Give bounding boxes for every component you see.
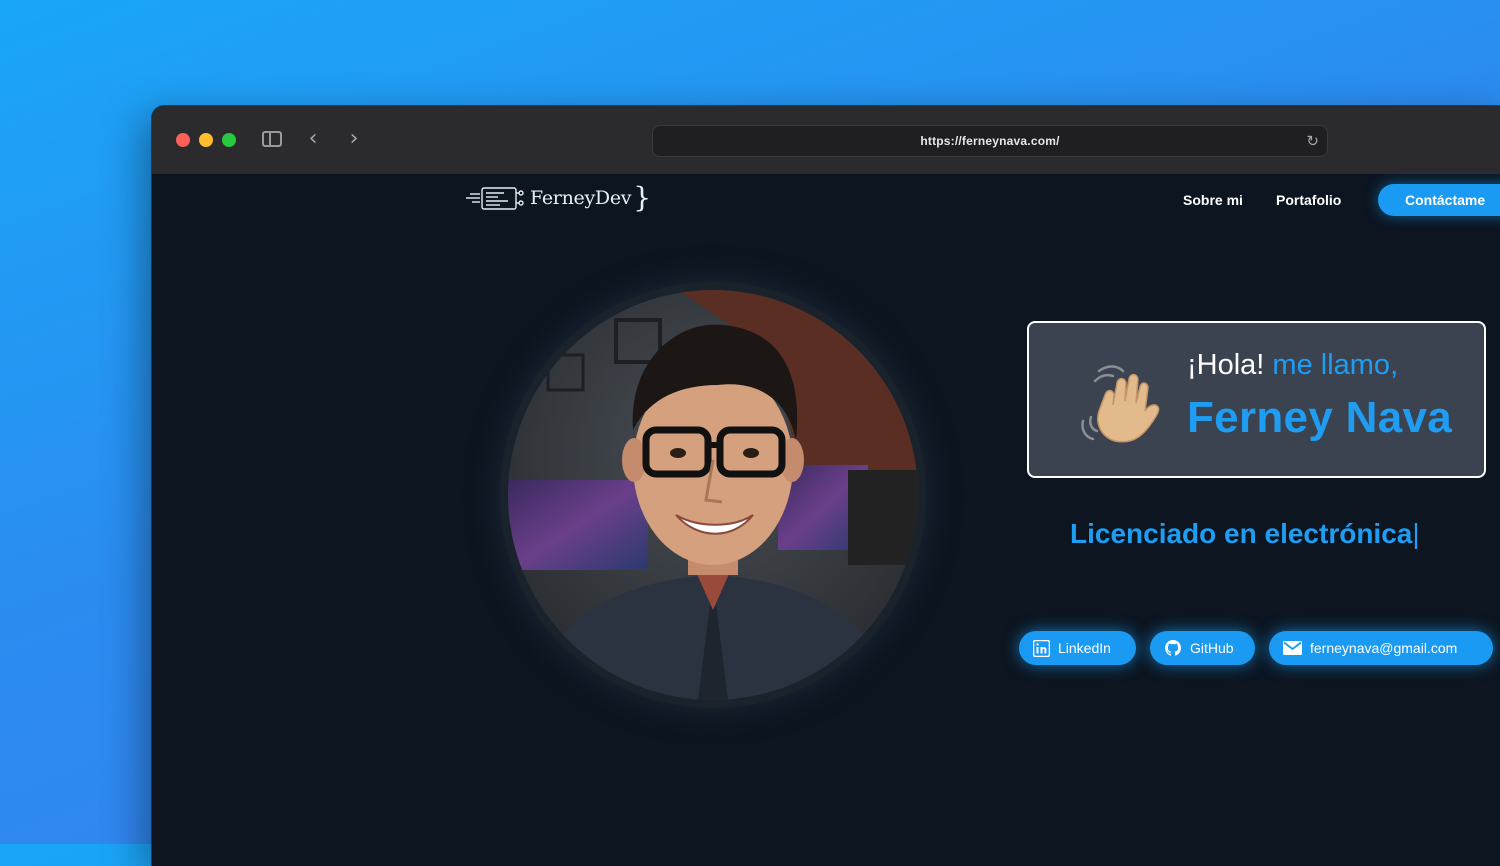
url-text: https://ferneynava.com/: [920, 134, 1060, 148]
profile-photo: [508, 290, 918, 700]
greeting-intro: me llamo,: [1272, 349, 1399, 381]
forward-icon[interactable]: ›: [344, 126, 364, 152]
email-label: ferneynava@gmail.com: [1310, 640, 1458, 656]
github-label: GitHub: [1190, 640, 1234, 656]
site-logo[interactable]: FerneyDev }: [464, 180, 651, 216]
sidebar-toggle-icon[interactable]: [262, 131, 282, 147]
waving-hand-icon: [1081, 365, 1160, 443]
greeting-card: ¡Hola! me llamo, Ferney Nava: [1027, 321, 1486, 478]
browser-window: ‹ › https://ferneynava.com/ ↻ FerneyDev …: [152, 106, 1500, 866]
browser-toolbar: ‹ › https://ferneynava.com/ ↻: [152, 106, 1500, 175]
web-page: FerneyDev } Sobre mi Portafolio Contácta…: [152, 174, 1500, 866]
profile-photo-illustration: [508, 290, 918, 700]
hero-name: Ferney Nava: [1187, 393, 1453, 442]
email-button[interactable]: ferneynava@gmail.com: [1269, 631, 1493, 665]
nav-link-portfolio[interactable]: Portafolio: [1276, 192, 1341, 208]
linkedin-label: LinkedIn: [1058, 640, 1111, 656]
maximize-window-button[interactable]: [222, 133, 236, 147]
close-window-button[interactable]: [176, 133, 190, 147]
profession-line: Licenciado en electrónica|: [1070, 518, 1420, 550]
minimize-window-button[interactable]: [199, 133, 213, 147]
logo-brace: }: [633, 181, 652, 214]
logo-mark-icon: [466, 187, 524, 210]
linkedin-button[interactable]: LinkedIn: [1019, 631, 1136, 665]
greeting-line: ¡Hola! me llamo,: [1187, 349, 1398, 382]
mail-icon: [1283, 641, 1302, 655]
profession-text: Licenciado en electrónica: [1070, 518, 1413, 549]
github-icon: [1165, 640, 1181, 656]
typing-caret: |: [1412, 518, 1420, 549]
nav-link-about[interactable]: Sobre mi: [1183, 192, 1243, 208]
contact-button[interactable]: Contáctame: [1378, 184, 1500, 216]
github-button[interactable]: GitHub: [1150, 631, 1255, 665]
greeting-hello: ¡Hola!: [1187, 349, 1265, 381]
linkedin-icon: [1033, 639, 1050, 657]
back-icon[interactable]: ‹: [303, 126, 323, 152]
reload-icon[interactable]: ↻: [1306, 132, 1319, 150]
logo-text: FerneyDev: [530, 187, 632, 209]
address-bar[interactable]: https://ferneynava.com/ ↻: [652, 125, 1328, 157]
